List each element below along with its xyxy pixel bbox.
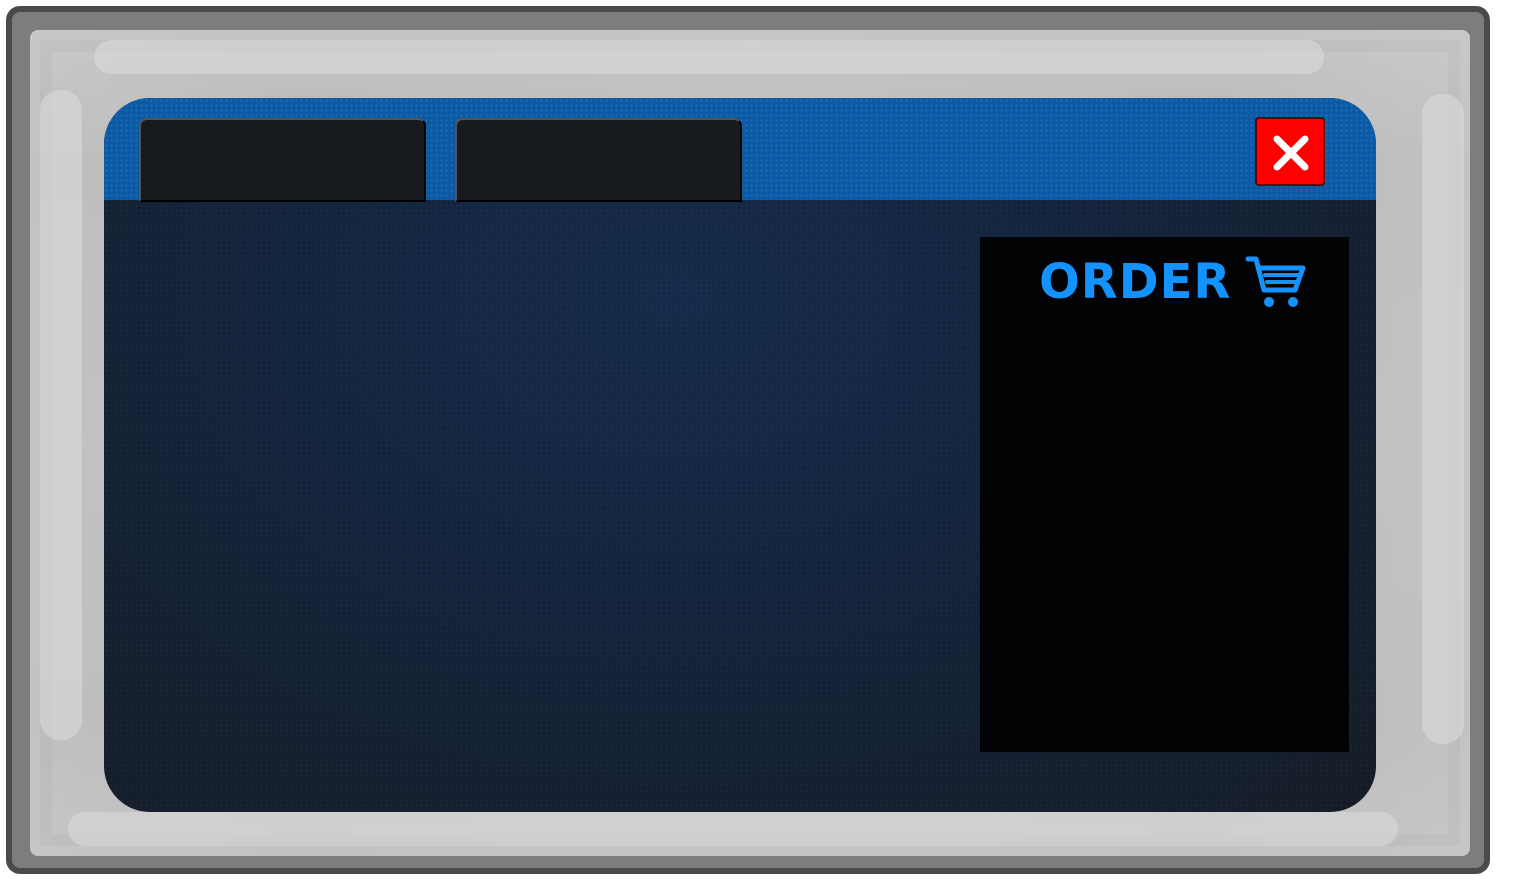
order-panel: ORDER	[980, 237, 1349, 752]
outer-frame: ORDER	[6, 6, 1490, 874]
frame-brush-stroke-top	[94, 40, 1324, 74]
tab-1[interactable]	[139, 118, 426, 202]
order-title: ORDER	[1039, 254, 1232, 310]
close-icon	[1273, 135, 1309, 171]
frame-brush-stroke-bottom	[68, 812, 1398, 846]
order-header: ORDER	[1039, 255, 1307, 309]
frame-brush-stroke-left	[40, 90, 82, 740]
order-dialog: ORDER	[104, 98, 1376, 812]
frame-brush-stroke-right	[1422, 94, 1464, 744]
close-button[interactable]	[1255, 117, 1325, 186]
shopping-cart-icon	[1245, 256, 1306, 307]
tab-2[interactable]	[455, 118, 742, 202]
